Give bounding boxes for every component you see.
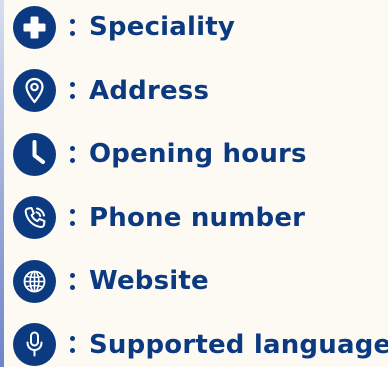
phone-icon (13, 196, 56, 239)
colon-separator (62, 209, 82, 226)
location-pin-icon (13, 69, 56, 112)
medical-cross-icon (13, 5, 56, 49)
colon-separator (62, 18, 82, 36)
legend-item-supported-language: Supported language (13, 323, 388, 366)
globe-icon (13, 259, 56, 303)
legend-label: Supported language (89, 329, 388, 360)
colon-separator (62, 336, 82, 353)
icon-legend: Speciality Address Opening hours Phone n… (13, 5, 388, 366)
colon-separator (62, 82, 82, 99)
colon-separator (62, 272, 82, 290)
legend-label: Opening hours (89, 139, 307, 169)
legend-item-website: Website (13, 259, 385, 303)
legend-item-speciality: Speciality (13, 5, 385, 49)
colon-separator (62, 145, 82, 163)
microphone-icon (13, 323, 56, 366)
legend-item-address: Address (13, 69, 385, 112)
legend-item-opening-hours: Opening hours (13, 132, 385, 176)
legend-label: Website (89, 266, 209, 296)
legend-label: Speciality (89, 12, 236, 42)
left-edge-accent (0, 0, 4, 367)
clock-icon (13, 132, 56, 176)
legend-item-phone-number: Phone number (13, 196, 385, 239)
legend-label: Address (89, 75, 210, 106)
legend-label: Phone number (89, 202, 306, 233)
